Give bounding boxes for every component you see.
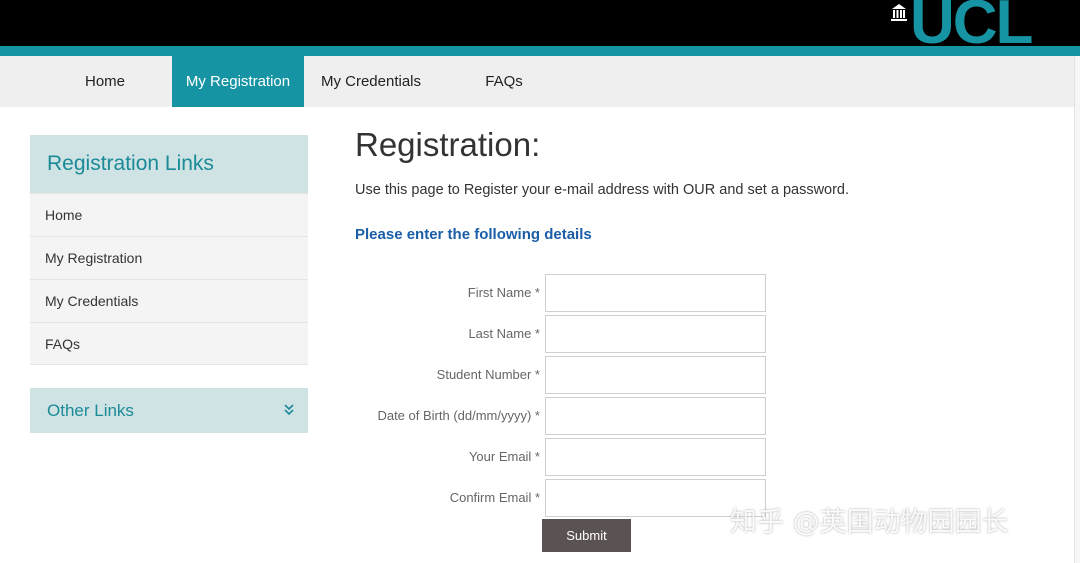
student-number-label: Student Number * [436,367,540,382]
sidebar-heading: Registration Links [30,135,308,193]
header-accent-line [0,46,1080,56]
form-row-last-name: Last Name * [355,315,775,353]
other-links-label: Other Links [47,401,134,420]
chevron-double-down-icon [284,388,294,451]
page-title: Registration: [355,126,541,163]
your-email-label: Your Email * [468,449,540,464]
sidebar-item-faqs[interactable]: FAQs [30,322,308,365]
nav-my-credentials[interactable]: My Credentials [312,56,430,107]
ucl-logo[interactable]: UCL [888,0,1058,57]
sidebar: Registration Links Home My Registration … [30,135,308,365]
first-name-label: First Name * [467,285,540,300]
sidebar-item-my-credentials[interactable]: My Credentials [30,279,308,322]
last-name-label: Last Name * [468,326,540,341]
form-subheading: Please enter the following details [355,226,592,243]
date-of-birth-label: Date of Birth (dd/mm/yyyy) * [377,408,540,423]
intro-text: Use this page to Register your e-mail ad… [355,182,850,198]
watermark: 知乎 @英国动物园园长 [730,507,1009,538]
form-row-confirm-email: Confirm Email * [355,479,775,517]
form-row-student-number: Student Number * [355,356,775,394]
student-number-field[interactable] [545,356,766,394]
form-row-first-name: First Name * [355,274,775,312]
main-content: Registration: Use this page to Register … [355,126,1055,243]
header-bar: UCL [0,0,1080,57]
form-row-your-email: Your Email * [355,438,775,476]
your-email-field[interactable] [545,438,766,476]
first-name-field[interactable] [545,274,766,312]
other-links-toggle[interactable]: Other Links [30,388,308,433]
submit-button[interactable]: Submit [542,519,631,552]
nav-my-registration[interactable]: My Registration [172,56,304,107]
sidebar-item-home[interactable]: Home [30,193,308,236]
form-row-date-of-birth: Date of Birth (dd/mm/yyyy) * [355,397,775,435]
nav-faqs[interactable]: FAQs [468,56,540,107]
scrollbar[interactable] [1074,56,1080,563]
sidebar-item-my-registration[interactable]: My Registration [30,236,308,279]
last-name-field[interactable] [545,315,766,353]
confirm-email-label: Confirm Email * [449,490,540,505]
date-of-birth-field[interactable] [545,397,766,435]
top-nav: Home My Registration My Credentials FAQs [0,56,1074,107]
portico-icon [891,4,907,21]
nav-home[interactable]: Home [60,56,150,107]
